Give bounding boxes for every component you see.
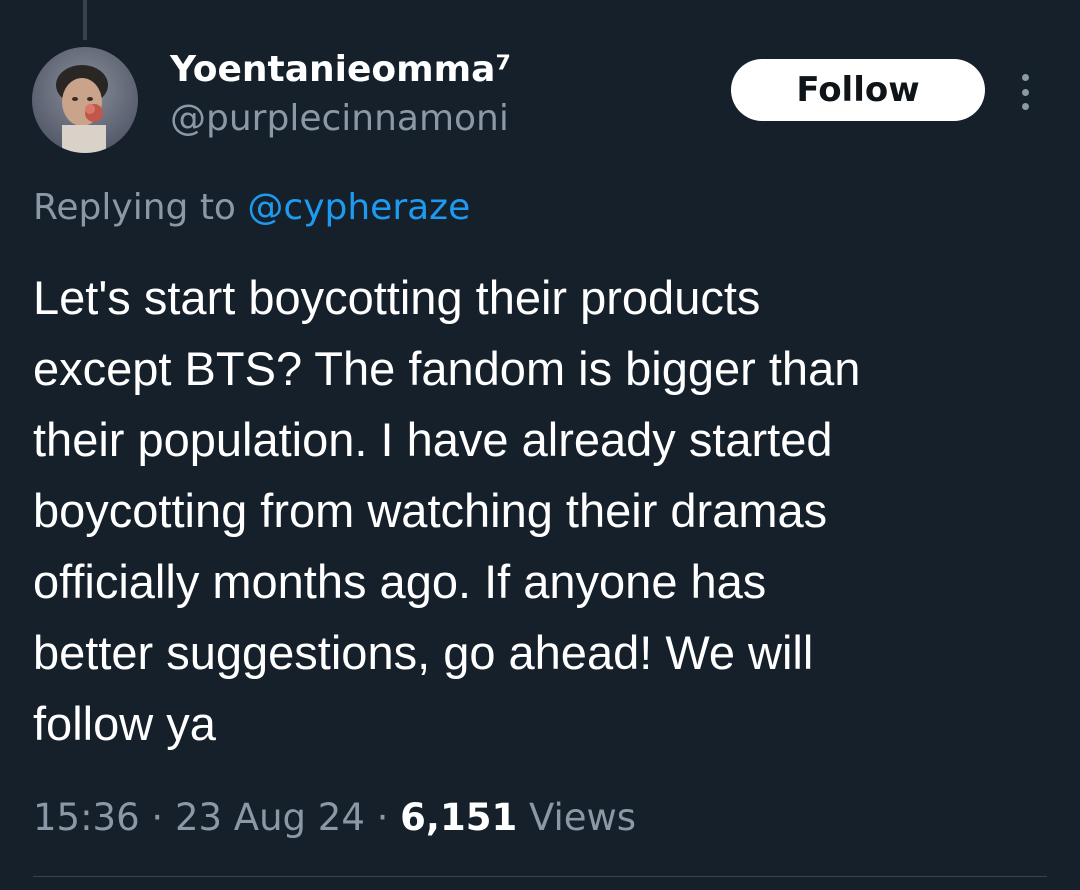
more-dot [1021,103,1029,110]
author-handle[interactable]: @purplecinnamoni [170,94,511,144]
tweet-text-line: Let's start boycotting their products [33,271,761,324]
reply-mention-link[interactable]: @cypheraze [247,187,470,228]
more-dot [1021,74,1029,81]
avatar-image [32,47,138,153]
replying-to: Replying to @cypheraze [33,183,470,233]
meta-separator: · [139,796,175,839]
more-vertical-icon[interactable] [1008,70,1042,114]
author-info: Yoentanieomma⁷ @purplecinnamoni [170,46,511,144]
tweet-text-line: except BTS? The fandom is bigger than [33,342,861,395]
more-dot [1021,88,1029,96]
tweet-text: Let's start boycotting their products ex… [33,262,1053,759]
views-label: Views [517,796,637,839]
avatar[interactable] [32,47,138,153]
follow-button[interactable]: Follow [731,59,985,121]
tweet-date[interactable]: 23 Aug 24 [175,796,365,839]
divider [33,876,1047,877]
tweet-text-line: better suggestions, go ahead! We will [33,626,814,679]
meta-separator: · [364,796,401,839]
views-count: 6,151 [400,796,518,839]
tweet-metadata: 15:36 · 23 Aug 24 · 6,151 Views [33,790,636,846]
tweet-text-line: follow ya [33,697,216,750]
tweet-time[interactable]: 15:36 [33,796,140,839]
replying-to-prefix: Replying to [33,187,248,228]
tweet-text-line: their population. I have already started [33,413,833,466]
tweet-page: Yoentanieomma⁷ @purplecinnamoni Follow R… [0,0,1080,890]
thread-connector-line [83,0,87,40]
tweet-text-line: boycotting from watching their dramas [33,484,828,537]
author-display-name[interactable]: Yoentanieomma⁷ [170,46,511,94]
tweet-text-line: officially months ago. If anyone has [33,555,767,608]
